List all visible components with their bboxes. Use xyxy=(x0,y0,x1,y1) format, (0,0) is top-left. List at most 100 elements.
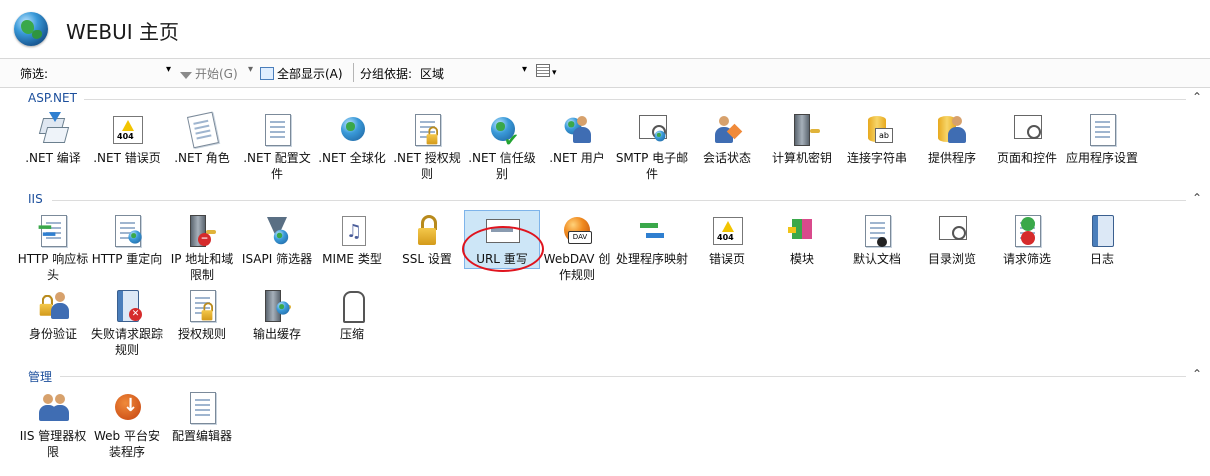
feature-item[interactable]: 目录浏览 xyxy=(915,213,989,267)
group-by-select[interactable]: 区域 xyxy=(420,65,444,82)
page-header: WEBUI 主页 xyxy=(0,0,1210,58)
users-icon xyxy=(559,112,595,148)
feature-label: 目录浏览 xyxy=(927,252,976,266)
feature-item[interactable]: MIME 类型 xyxy=(315,213,389,267)
download-stack-icon xyxy=(35,112,71,148)
feature-item[interactable]: 模块 xyxy=(765,213,839,267)
feature-item[interactable]: 请求筛选 xyxy=(990,213,1064,267)
feature-item[interactable]: HTTP 重定向 xyxy=(90,213,164,267)
feature-item[interactable]: 错误页 xyxy=(690,213,764,267)
feature-item[interactable]: .NET 用户 xyxy=(540,112,614,166)
feature-item[interactable]: SSL 设置 xyxy=(390,213,464,267)
error-404-icon xyxy=(109,112,145,148)
feature-label: WebDAV 创作规则 xyxy=(543,252,611,282)
feature-item[interactable]: 默认文档 xyxy=(840,213,914,267)
app-settings-icon xyxy=(1084,112,1120,148)
feature-item[interactable]: 日志 xyxy=(1065,213,1139,267)
feature-item[interactable]: Web 平台安装程序 xyxy=(90,390,164,460)
feature-item[interactable]: 身份验证 xyxy=(16,288,90,342)
mime-type-icon xyxy=(334,213,370,249)
start-filter-button[interactable]: 开始(G) xyxy=(180,65,238,82)
authorization-icon xyxy=(184,288,220,324)
show-all-label: 全部显示(A) xyxy=(277,67,343,81)
logging-icon xyxy=(1084,213,1120,249)
roles-icon xyxy=(184,111,220,149)
filter-toolbar: 筛选: ▾ 开始(G) ▾ 全部显示(A) 分组依据: 区域 ▾ ▾ xyxy=(0,58,1210,88)
feature-label: 默认文档 xyxy=(852,252,901,266)
feature-item[interactable]: 计算机密钥 xyxy=(765,112,839,166)
feature-label: .NET 信任级别 xyxy=(468,151,536,181)
default-doc-icon xyxy=(859,213,895,249)
feature-item[interactable]: .NET 授权规则 xyxy=(390,112,464,182)
feature-item[interactable]: HTTP 响应标头 xyxy=(16,213,90,283)
feature-label: 计算机密钥 xyxy=(771,151,832,165)
feature-label: HTTP 响应标头 xyxy=(17,252,89,282)
config-editor-icon xyxy=(184,390,220,426)
feature-item[interactable]: 输出缓存 xyxy=(240,288,314,342)
feature-item[interactable]: 授权规则 xyxy=(165,288,239,342)
feature-label: 会话状态 xyxy=(702,151,751,165)
feature-item[interactable]: 压缩 xyxy=(315,288,389,342)
section-divider xyxy=(84,99,1186,100)
feature-item[interactable]: ✕ 失败请求跟踪规则 xyxy=(90,288,164,358)
view-mode-button[interactable]: ▾ xyxy=(536,64,557,78)
feature-item[interactable]: 会话状态 xyxy=(690,112,764,166)
connection-string-icon: ab xyxy=(859,112,895,148)
feature-label: 配置编辑器 xyxy=(171,429,232,443)
feature-item[interactable]: .NET 错误页 xyxy=(90,112,164,166)
feature-label: IP 地址和域限制 xyxy=(170,252,234,282)
feature-item[interactable]: WebDAV 创作规则 xyxy=(540,213,614,283)
providers-icon xyxy=(934,112,970,148)
feature-item[interactable]: .NET 角色 xyxy=(165,111,239,166)
show-all-button[interactable]: 全部显示(A) xyxy=(260,65,343,82)
highlight-annotation-circle xyxy=(462,226,544,272)
feature-item[interactable]: .NET 配置文件 xyxy=(240,112,314,182)
section-header-management: 管理 ⌃ xyxy=(0,367,1210,384)
authentication-icon xyxy=(35,288,71,324)
feature-label: 错误页 xyxy=(708,252,745,266)
feature-label: 提供程序 xyxy=(927,151,976,165)
feature-item[interactable]: ISAPI 筛选器 xyxy=(240,213,314,267)
feature-label: 连接字符串 xyxy=(846,151,907,165)
collapse-chevron-icon[interactable]: ⌃ xyxy=(1192,191,1202,205)
ip-restrict-icon: − xyxy=(184,213,220,249)
feature-item[interactable]: ab 连接字符串 xyxy=(840,112,914,166)
filter-dropdown-arrow[interactable]: ▾ xyxy=(166,64,171,75)
feature-item[interactable]: 处理程序映射 xyxy=(615,213,689,267)
feature-item[interactable]: IIS 管理器权限 xyxy=(16,390,90,460)
feature-item[interactable]: − IP 地址和域限制 xyxy=(165,213,239,283)
filter-label: 筛选: xyxy=(20,67,49,81)
dir-browse-icon xyxy=(934,213,970,249)
section-divider xyxy=(52,200,1186,201)
feature-item[interactable]: .NET 全球化 xyxy=(315,112,389,166)
ssl-lock-icon xyxy=(409,213,445,249)
feature-item[interactable]: SMTP 电子邮件 xyxy=(615,112,689,182)
request-filter-icon xyxy=(1009,213,1045,249)
group-by-dropdown-arrow[interactable]: ▾ xyxy=(522,64,527,75)
failed-request-icon: ✕ xyxy=(109,288,145,324)
feature-item[interactable]: ✔ .NET 信任级别 xyxy=(465,112,539,182)
feature-item[interactable]: 提供程序 xyxy=(915,112,989,166)
section-title: ASP.NET xyxy=(28,91,77,105)
iis-globe-icon xyxy=(14,12,48,46)
feature-label: 输出缓存 xyxy=(252,327,301,341)
feature-label: 应用程序设置 xyxy=(1065,151,1138,165)
start-dropdown-arrow[interactable]: ▾ xyxy=(248,64,253,75)
section-divider xyxy=(60,376,1186,377)
feature-item[interactable]: 页面和控件 xyxy=(990,112,1064,166)
feature-label: 模块 xyxy=(789,252,814,266)
compression-icon xyxy=(334,288,370,324)
modules-icon xyxy=(784,213,820,249)
collapse-chevron-icon[interactable]: ⌃ xyxy=(1192,90,1202,104)
collapse-chevron-icon[interactable]: ⌃ xyxy=(1192,367,1202,381)
feature-item[interactable]: .NET 编译 xyxy=(16,112,90,166)
section-header-iis: IIS ⌃ xyxy=(0,191,1210,208)
feature-item[interactable]: 应用程序设置 xyxy=(1065,112,1139,166)
feature-item[interactable]: 配置编辑器 xyxy=(165,390,239,444)
feature-label: SMTP 电子邮件 xyxy=(615,151,689,181)
feature-label: Web 平台安装程序 xyxy=(94,429,160,459)
chevron-down-icon: ▾ xyxy=(552,68,557,78)
email-icon xyxy=(634,112,670,148)
feature-label: 处理程序映射 xyxy=(615,252,688,266)
globe-icon xyxy=(334,112,370,148)
